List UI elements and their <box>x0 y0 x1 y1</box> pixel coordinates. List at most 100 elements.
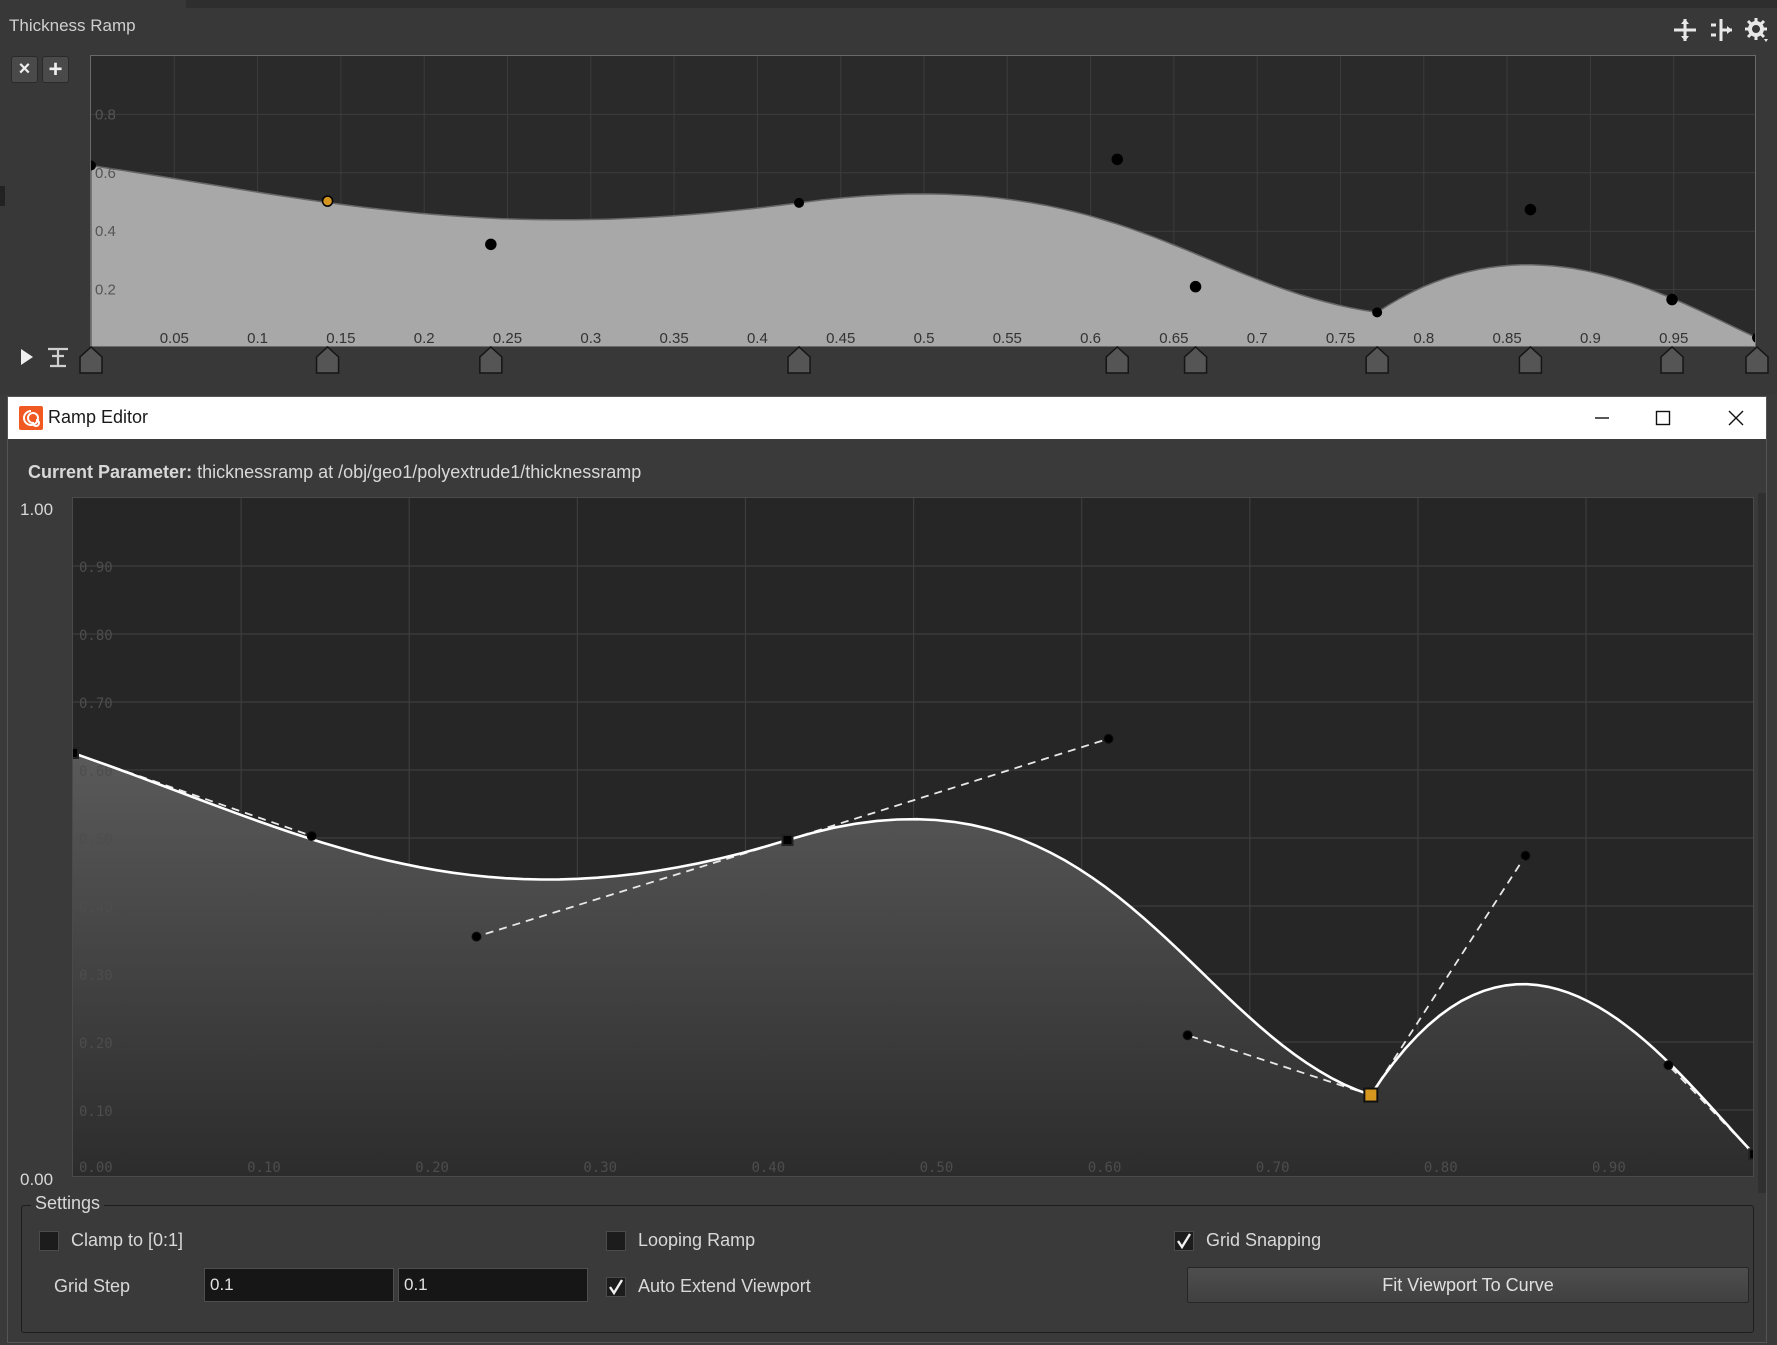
y-tick-label: 0.6 <box>95 165 116 182</box>
grid-y-label: 0.40 <box>79 900 113 916</box>
grid-snapping-option[interactable]: Grid Snapping <box>1174 1230 1321 1251</box>
key-marker[interactable] <box>1660 345 1684 374</box>
key-marker[interactable] <box>79 345 103 374</box>
ramp-editor-window: Ramp Editor Current Parameter: thickness… <box>7 396 1767 1343</box>
settings-legend: Settings <box>31 1193 105 1214</box>
preview-handle-point <box>321 195 334 207</box>
tangent-handle[interactable] <box>1663 1060 1674 1071</box>
fit-viewport-button[interactable]: Fit Viewport To Curve <box>1187 1267 1749 1303</box>
grid-y-label: 0.10 <box>79 1104 113 1120</box>
houdini-logo-icon <box>19 406 43 430</box>
looping-label: Looping Ramp <box>638 1230 756 1250</box>
snap-icon[interactable] <box>1671 14 1699 46</box>
grid-step-x-input[interactable] <box>204 1268 394 1302</box>
preview-handle-point <box>1524 203 1537 216</box>
window-title: Ramp Editor <box>48 407 149 427</box>
y-tick-label: 0.2 <box>95 282 116 299</box>
minimize-button[interactable] <box>1573 397 1631 439</box>
settings-group: Settings Clamp to [0:1] Looping Ramp Gri… <box>21 1193 1754 1333</box>
ramp-editor-canvas[interactable]: 0.90 0.80 0.70 0.60 0.50 0.40 0.30 0.20 0.10 0.00… <box>73 498 1754 1177</box>
remove-key-button[interactable]: × <box>11 56 38 83</box>
grid-snapping-label: Grid Snapping <box>1206 1230 1322 1250</box>
grid-y-label: 0.20 <box>79 1036 113 1052</box>
gear-icon[interactable] <box>1743 14 1771 46</box>
y-tick-label: 0.4 <box>95 223 116 240</box>
grid-x-label: 0.30 <box>583 1160 617 1176</box>
maximize-icon <box>1655 410 1671 426</box>
grid-x-label: 0.60 <box>1088 1160 1122 1176</box>
window-titlebar[interactable]: Ramp Editor <box>8 397 1766 439</box>
grid-y-label: 0.30 <box>79 968 113 984</box>
grid-x-label: 0.90 <box>1592 1160 1626 1176</box>
key-marker[interactable] <box>1365 345 1389 374</box>
tangent-handle[interactable] <box>1520 850 1531 861</box>
looping-option[interactable]: Looping Ramp <box>606 1230 755 1251</box>
preview-key-point <box>1372 307 1383 318</box>
grid-step-label: Grid Step <box>54 1276 131 1296</box>
grid-x-label: 0.40 <box>751 1160 785 1176</box>
add-key-label: + <box>48 55 63 83</box>
y-tick-label: 0.8 <box>95 106 116 123</box>
grid-x-label: 0.80 <box>1424 1160 1458 1176</box>
pane-edge-marker <box>0 186 5 206</box>
grid-snapping-checkbox[interactable] <box>1174 1230 1194 1251</box>
grid-x-label: 0.70 <box>1256 1160 1290 1176</box>
clamp-label: Clamp to [0:1] <box>71 1230 184 1250</box>
close-icon <box>1728 410 1744 426</box>
clamp-checkbox[interactable] <box>39 1230 59 1251</box>
current-parameter-label: Current Parameter: <box>28 462 193 482</box>
preview-handle-point <box>485 238 497 251</box>
close-button[interactable] <box>1707 397 1765 439</box>
current-parameter-value: thicknessramp at /obj/geo1/polyextrude1/… <box>197 462 642 482</box>
checkmark-icon <box>1177 1232 1192 1249</box>
ramp-title: Thickness Ramp <box>9 16 136 35</box>
key-marker[interactable] <box>1518 345 1543 374</box>
thickness-ramp-panel: Thickness Ramp × + 0.05 0.1 0.15 0.2 0.25 0.3… <box>0 0 1777 395</box>
key-marker[interactable] <box>1183 345 1208 374</box>
y-max-label: 1.00 <box>20 500 54 519</box>
panel-top-bar <box>186 0 1777 8</box>
tangent-handle[interactable] <box>1182 1030 1193 1041</box>
auto-extend-checkbox[interactable] <box>606 1276 626 1297</box>
key-marker[interactable] <box>315 345 340 374</box>
grid-y-label: 0.90 <box>79 560 113 576</box>
ramp-key-markers[interactable] <box>0 345 1777 375</box>
ramp-toolbar <box>1671 14 1771 46</box>
grid-x-label: 0.00 <box>79 1160 113 1176</box>
app-root: Thickness Ramp × + 0.05 0.1 0.15 0.2 0.25 0.3… <box>0 0 1777 1345</box>
preview-handle-point <box>1189 280 1202 293</box>
tangent-handle[interactable] <box>306 830 317 841</box>
key-marker[interactable] <box>787 345 811 374</box>
key-marker[interactable] <box>479 345 503 374</box>
grid-x-label: 0.50 <box>920 1160 954 1176</box>
grid-x-label: 0.20 <box>415 1160 449 1176</box>
right-edge-strip <box>1758 493 1766 1193</box>
auto-extend-label: Auto Extend Viewport <box>638 1276 811 1296</box>
grid-y-label: 0.80 <box>79 628 113 644</box>
key-marker[interactable] <box>1105 345 1130 374</box>
key-marker[interactable] <box>1745 345 1769 374</box>
frame-icon[interactable] <box>1707 14 1735 46</box>
ramp-preview-graph[interactable]: 0.05 0.1 0.15 0.2 0.25 0.3 0.35 0.4 0.45 0.5 0.55 0… <box>90 55 1756 347</box>
auto-extend-option[interactable]: Auto Extend Viewport <box>606 1276 811 1297</box>
maximize-button[interactable] <box>1634 397 1692 439</box>
grid-x-label: 0.10 <box>247 1160 281 1176</box>
grid-y-label: 0.70 <box>79 696 113 712</box>
tangent-handle[interactable] <box>1103 733 1114 744</box>
key-point[interactable] <box>1748 1148 1754 1161</box>
key-point[interactable] <box>781 834 794 847</box>
grid-step-y-input[interactable] <box>398 1268 588 1302</box>
key-point[interactable] <box>73 747 79 759</box>
current-parameter: Current Parameter: thicknessramp at /obj… <box>28 462 641 483</box>
ramp-editor-graph[interactable]: 0.90 0.80 0.70 0.60 0.50 0.40 0.30 0.20 0.10 0.00… <box>72 497 1754 1177</box>
add-key-button[interactable]: + <box>42 56 69 83</box>
looping-checkbox[interactable] <box>606 1230 626 1251</box>
ramp-preview-canvas[interactable]: 0.05 0.1 0.15 0.2 0.25 0.3 0.35 0.4 0.45 0.5 0.55 0… <box>91 56 1756 347</box>
preview-handle-point <box>1111 153 1124 166</box>
remove-key-label: × <box>18 58 31 80</box>
clamp-option[interactable]: Clamp to [0:1] <box>39 1230 183 1251</box>
tangent-handle[interactable] <box>471 931 482 942</box>
selected-key-point[interactable] <box>1363 1087 1379 1103</box>
y-min-label: 0.00 <box>20 1170 54 1189</box>
checkmark-icon <box>609 1278 624 1295</box>
